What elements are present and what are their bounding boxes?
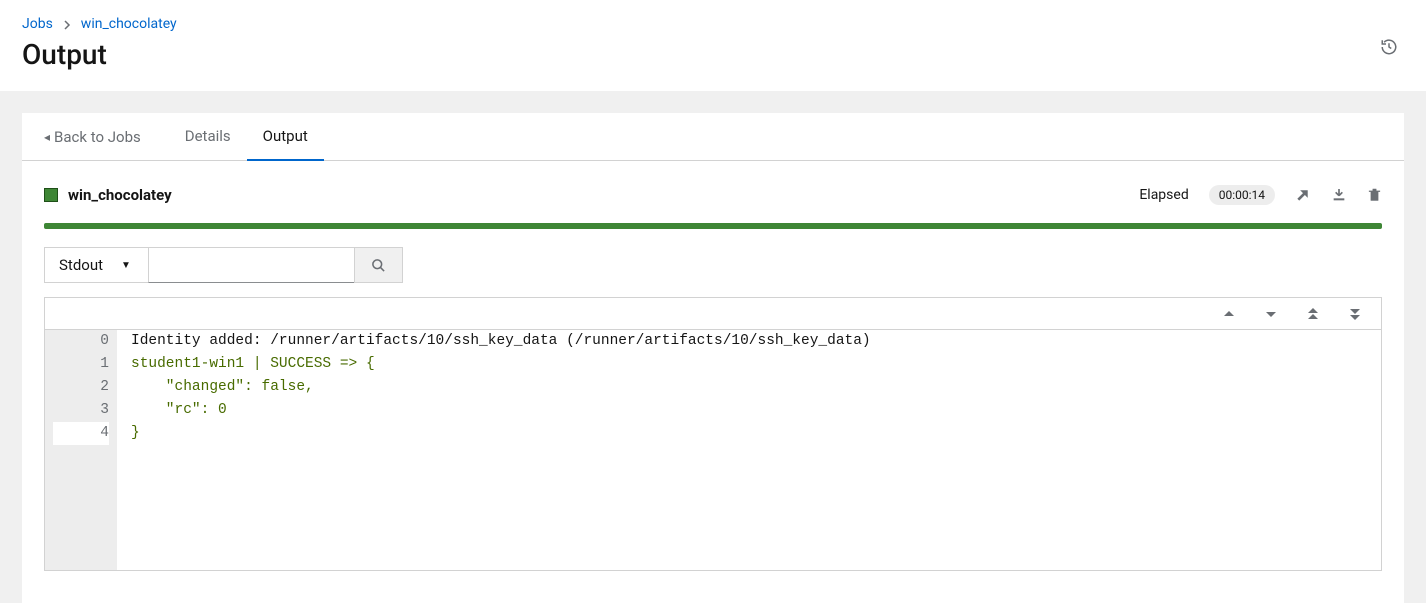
breadcrumb-root-link[interactable]: Jobs: [22, 16, 53, 32]
breadcrumb-current-link[interactable]: win_chocolatey: [81, 16, 177, 32]
breadcrumb: Jobs win_chocolatey: [22, 16, 1404, 32]
progress-bar: [44, 223, 1382, 229]
history-icon[interactable]: [1380, 38, 1398, 56]
code-output[interactable]: Identity added: /runner/artifacts/10/ssh…: [117, 330, 1381, 570]
relaunch-icon[interactable]: [1295, 187, 1311, 203]
output-container: 01234 Identity added: /runner/artifacts/…: [44, 297, 1382, 571]
delete-icon[interactable]: [1367, 187, 1382, 203]
search-icon: [371, 257, 386, 273]
job-status-icon: [44, 188, 58, 202]
page-title: Output: [22, 38, 1404, 71]
search-button[interactable]: [354, 247, 403, 283]
line-number: 4: [53, 422, 109, 445]
caret-down-icon: ▼: [121, 260, 131, 271]
line-number: 1: [53, 353, 109, 376]
tabs-row: ◂ Back to Jobs Details Output: [22, 113, 1404, 161]
job-name: win_chocolatey: [68, 186, 172, 204]
scroll-bottom-icon[interactable]: [1349, 306, 1361, 321]
tab-output[interactable]: Output: [247, 113, 324, 161]
code-line: "changed": false,: [131, 376, 1367, 399]
output-mode-label: Stdout: [59, 256, 103, 274]
download-icon[interactable]: [1331, 187, 1347, 203]
code-line: }: [131, 422, 1367, 445]
tab-details[interactable]: Details: [169, 113, 247, 161]
scroll-top-icon[interactable]: [1307, 306, 1319, 321]
scroll-up-icon[interactable]: [1223, 306, 1235, 321]
line-number: 3: [53, 399, 109, 422]
output-mode-select[interactable]: Stdout ▼: [44, 247, 148, 283]
elapsed-badge: 00:00:14: [1209, 185, 1275, 205]
line-number-gutter: 01234: [45, 330, 117, 570]
line-number: 2: [53, 376, 109, 399]
code-line: student1-win1 | SUCCESS => {: [131, 353, 1367, 376]
chevron-right-icon: [63, 17, 71, 31]
code-line: Identity added: /runner/artifacts/10/ssh…: [131, 330, 1367, 353]
back-label: Back to Jobs: [54, 128, 141, 146]
line-number: 0: [53, 330, 109, 353]
code-line: "rc": 0: [131, 399, 1367, 422]
scroll-down-icon[interactable]: [1265, 306, 1277, 321]
back-to-jobs-link[interactable]: ◂ Back to Jobs: [44, 114, 141, 160]
elapsed-label: Elapsed: [1139, 187, 1188, 203]
caret-left-icon: ◂: [44, 130, 50, 144]
search-input[interactable]: [148, 247, 354, 283]
